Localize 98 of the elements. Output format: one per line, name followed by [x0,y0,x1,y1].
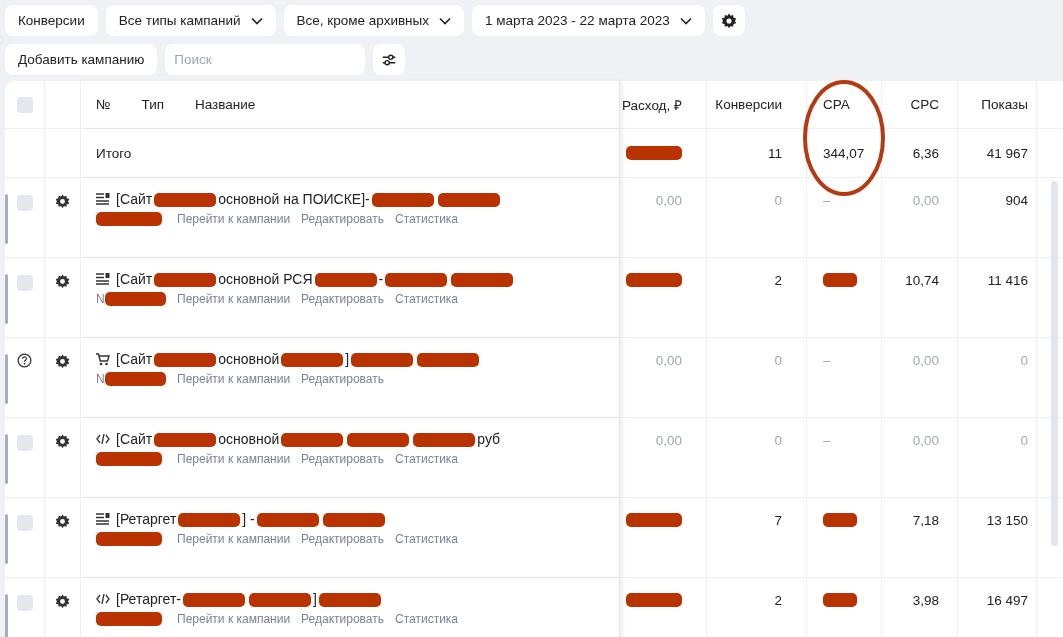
table-cell: 3,98 [912,593,939,608]
table-cell: 344,07 [823,145,865,161]
filter-settings-button[interactable] [373,44,406,75]
filter-dropdown[interactable]: Все, кроме архивных [283,5,465,36]
row-checkbox[interactable] [16,435,33,451]
campaign-link[interactable]: Статистика [395,532,459,547]
campaign-link[interactable]: Редактировать [301,452,384,467]
table-cell: 2 [774,593,782,608]
column-header[interactable]: Название [195,97,256,112]
row-checkbox[interactable] [16,595,33,611]
table-cell: – [823,433,831,448]
row-checkbox[interactable] [16,515,33,531]
total-label: Итого [96,145,132,161]
campaign-link[interactable]: Статистика [395,612,459,627]
table-cell: 904 [1005,193,1028,208]
row-checkbox[interactable] [16,195,33,211]
table-cell: 0 [774,433,782,448]
gear-icon[interactable] [54,513,71,530]
column-header[interactable]: № [96,97,111,112]
campaign-link[interactable]: Редактировать [301,372,384,387]
campaign-number: N [96,372,166,387]
redaction-mark [626,273,682,287]
campaign-link[interactable]: Редактировать [301,212,384,227]
gear-icon[interactable] [54,433,71,450]
table-cell: 16 497 [986,593,1028,608]
redaction-mark [823,513,857,527]
campaign-link[interactable]: Редактировать [301,292,384,307]
settings-button[interactable] [712,5,745,36]
campaign-link[interactable]: Статистика [395,212,459,227]
table-cell: 13 150 [986,513,1028,528]
table-cell: 0 [1020,433,1028,448]
table-cell: – [823,193,831,208]
campaign-link[interactable]: Перейти к кампании [177,612,291,627]
text-ad-icon [96,273,110,286]
select-all-checkbox[interactable] [16,96,33,113]
column-header[interactable]: CPC [910,97,939,112]
help-icon[interactable] [17,353,32,368]
campaign-link[interactable]: Статистика [395,452,459,467]
table-cell: 0,00 [912,193,939,208]
gear-icon[interactable] [54,593,71,610]
filter-dropdown[interactable]: 1 марта 2023 - 22 марта 2023 [472,5,705,36]
filter-dropdown[interactable]: Конверсии [5,5,98,36]
row-checkbox[interactable] [16,275,33,291]
table-cell: 0,00 [655,193,682,208]
cart-icon [96,352,110,366]
gear-icon[interactable] [54,273,71,290]
table-cell: 10,74 [905,273,939,288]
campaign-link[interactable]: Перейти к кампании [177,452,291,467]
table-cell: 11 [768,145,782,161]
redaction-mark [823,273,857,287]
campaign-link[interactable]: Статистика [395,292,459,307]
redaction-mark [626,513,682,527]
gear-icon [719,11,738,30]
column-header[interactable]: Расход, ₽ [622,95,682,114]
campaign-link[interactable]: Редактировать [301,612,384,627]
code-icon [96,433,110,446]
column-header[interactable]: Показы [981,97,1028,112]
table-cell: 0,00 [655,353,682,368]
table-cell: – [823,353,831,368]
gear-icon[interactable] [54,353,71,370]
table-cell: 11 416 [987,273,1028,288]
text-ad-icon [96,513,110,526]
redaction-mark [626,593,682,607]
campaign-link[interactable]: Перейти к кампании [177,372,291,387]
scrollbar[interactable] [1051,181,1058,546]
campaign-link[interactable]: Перейти к кампании [177,212,291,227]
table-cell: 6,36 [912,145,939,161]
campaign-link[interactable]: Перейти к кампании [177,292,291,307]
table-cell: 7 [774,513,782,528]
campaign-name[interactable]: [Сайт основной РСЯ - [116,271,516,288]
campaign-name[interactable]: [Сайт основной на ПОИСКЕ]- [116,191,502,208]
redaction-mark [823,593,857,607]
text-ad-icon [96,193,110,206]
filter-dropdown[interactable]: Все типы кампаний [105,5,276,36]
table-cell: 0 [1020,353,1028,368]
search-field[interactable]: Поиск [165,44,366,75]
campaign-name[interactable]: [Ретаргет- ] [116,591,383,608]
column-header[interactable]: Тип [141,97,164,112]
campaign-name[interactable]: [Сайт основной ] [116,351,482,368]
table-cell: 0,00 [655,433,682,448]
table-cell: 0,00 [912,353,939,368]
campaign-number: N [96,292,166,307]
gear-icon[interactable] [54,193,71,210]
column-header[interactable]: CPA [823,97,850,112]
campaign-link[interactable]: Редактировать [301,532,384,547]
campaign-name[interactable]: [Сайт основной руб [116,431,501,448]
redaction-mark [626,146,682,160]
table-cell: 2 [774,273,782,288]
code-icon [96,593,110,606]
campaign-name[interactable]: [Ретаргет ] - [116,511,387,528]
table-cell: 0 [774,193,782,208]
campaign-link[interactable]: Перейти к кампании [177,532,291,547]
add-campaign-button[interactable]: Добавить кампанию [5,44,158,75]
table-cell: 0 [774,353,782,368]
table-cell: 7,18 [912,513,939,528]
column-header[interactable]: Конверсии [715,97,782,112]
table-cell: 41 967 [986,145,1028,161]
table-cell: 0,00 [912,433,939,448]
